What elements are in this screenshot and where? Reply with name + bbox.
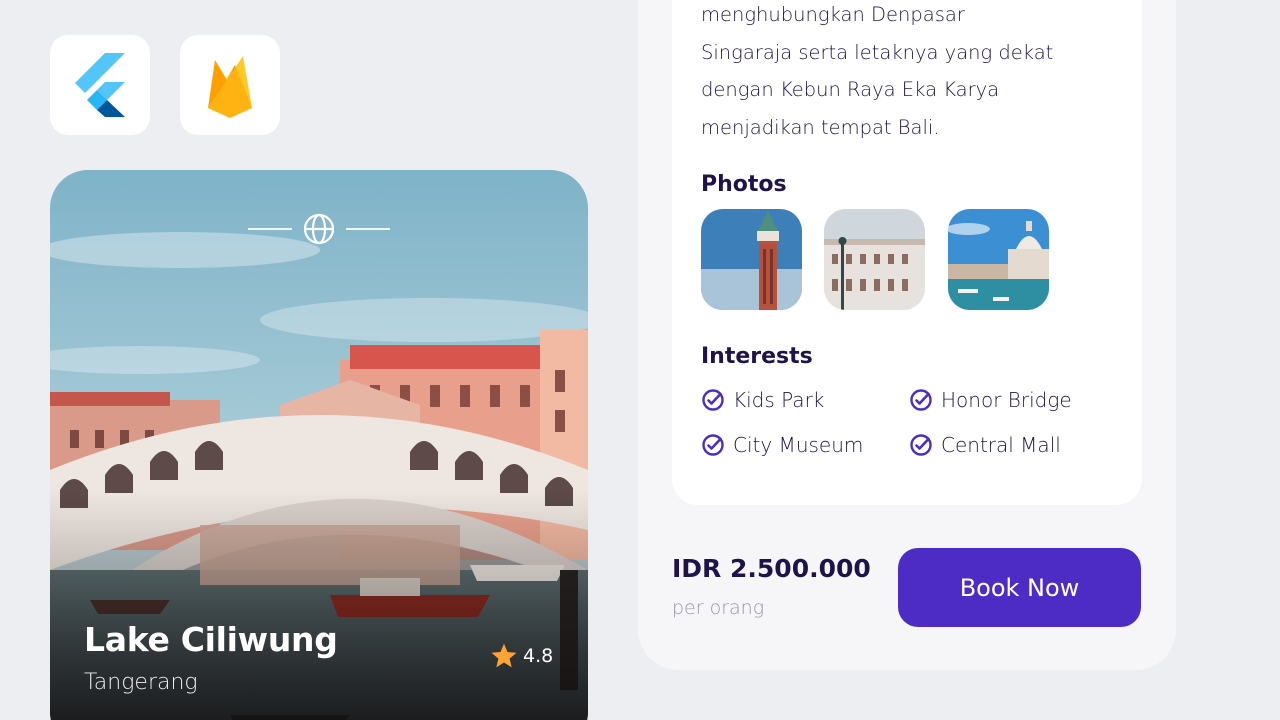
price-unit: per orang: [672, 597, 765, 619]
firebase-logo-icon: [208, 56, 252, 118]
destination-name: Lake Ciliwung: [84, 620, 338, 659]
about-line: dengan Kebun Raya Eka Karya: [701, 78, 1000, 101]
photos-title: Photos: [701, 172, 787, 197]
destination-city: Tangerang: [84, 670, 198, 695]
rating-value: 4.8: [523, 645, 554, 667]
photo-thumbnail[interactable]: [948, 209, 1049, 310]
destination-rating: 4.8: [490, 642, 553, 670]
firebase-badge: [180, 35, 280, 135]
check-circle-icon: [702, 434, 724, 456]
destination-card[interactable]: Lake Ciliwung Tangerang 4.8: [50, 170, 588, 720]
about-description: menghubungkan Denpasar Singaraja serta l…: [701, 0, 1121, 146]
interest-label: Honor Bridge: [941, 388, 1072, 412]
about-line: Singaraja serta letaknya yang dekat: [701, 40, 1054, 64]
price-value: IDR 2.500.000: [672, 554, 871, 583]
divider-line: [248, 228, 292, 230]
interest-item: Honor Bridge: [909, 388, 1072, 412]
interest-item: Kids Park: [701, 388, 824, 412]
check-circle-icon: [910, 434, 932, 456]
interest-item: Central Mall: [909, 433, 1061, 457]
about-line: menghubungkan Denpasar: [701, 3, 965, 26]
flutter-badge: [50, 35, 150, 135]
globe-icon: [303, 213, 335, 245]
book-now-button[interactable]: Book Now: [898, 548, 1141, 627]
interest-item: City Museum: [701, 433, 863, 457]
tower-photo: [701, 209, 802, 310]
about-line: menjadikan tempat Bali.: [701, 115, 940, 139]
detail-panel: menghubungkan Denpasar Singaraja serta l…: [638, 0, 1176, 670]
photo-thumbnail[interactable]: [824, 209, 925, 310]
info-card: menghubungkan Denpasar Singaraja serta l…: [672, 0, 1142, 505]
check-circle-icon: [702, 389, 724, 411]
canal-photo: [948, 209, 1049, 310]
star-icon: [491, 643, 517, 668]
check-circle-icon: [910, 389, 932, 411]
photo-thumbnail[interactable]: [701, 209, 802, 310]
interest-label: City Museum: [733, 433, 864, 457]
interest-label: Kids Park: [733, 388, 825, 412]
interests-title: Interests: [701, 344, 813, 369]
interest-label: Central Mall: [941, 433, 1061, 457]
flutter-logo-icon: [75, 53, 125, 117]
palace-photo: [824, 209, 925, 310]
globe-indicator: [50, 212, 588, 246]
divider-line: [346, 228, 390, 230]
